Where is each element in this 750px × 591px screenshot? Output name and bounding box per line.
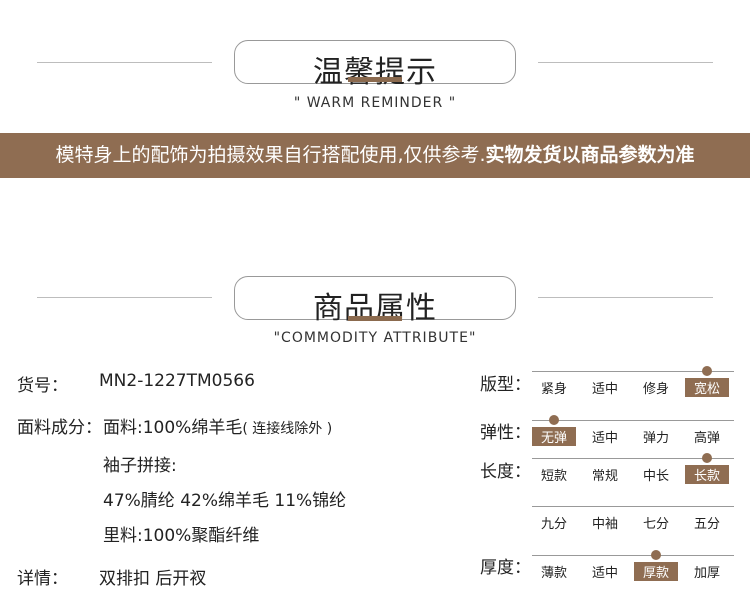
attr-left-line	[37, 297, 212, 298]
detail-value: 双排扣 后开衩	[99, 569, 207, 589]
sleeve_length-option-4: 五分	[693, 517, 720, 532]
attr-subtitle: "COMMODITY ATTRIBUTE"	[273, 330, 477, 346]
fabric-note: ( 连接线除外 )	[242, 421, 333, 437]
fabric-value: 面料:100%绵羊毛( 连接线除外 )	[103, 413, 332, 438]
elasticity-selected-marker	[549, 415, 559, 425]
banner-bold-text: 实物发货以商品参数为准	[485, 144, 695, 166]
sleeve-label: 袖子拼接:	[103, 456, 177, 476]
thickness-option-2: 适中	[591, 566, 618, 581]
elasticity-scale: 无弹 适中 弹力 高弹	[532, 415, 734, 446]
length-option-3: 中长	[642, 469, 669, 484]
sleeve_length-option-2: 中袖	[591, 517, 618, 532]
sleeve_length-scale-line	[532, 506, 734, 507]
fit-selected-marker	[702, 366, 712, 376]
fit-option-1: 紧身	[540, 382, 567, 397]
reminder-title-underline	[348, 77, 402, 82]
thickness-option-3: 厚款	[634, 562, 678, 581]
elasticity-option-3: 弹力	[642, 431, 669, 446]
elasticity-option-2: 适中	[591, 431, 618, 446]
detail-label: 详情：	[17, 569, 68, 589]
attr-right-line	[538, 297, 713, 298]
reminder-right-line	[538, 62, 713, 63]
length-selected-marker	[702, 453, 712, 463]
length-label: 长度：	[480, 462, 531, 482]
length-option-4: 长款	[685, 465, 729, 484]
fit-scale: 紧身 适中 修身 宽松	[532, 366, 734, 397]
sleeve_length-option-1: 九分	[540, 517, 567, 532]
elasticity-scale-line	[532, 420, 734, 421]
elasticity-label: 弹性：	[480, 423, 531, 443]
lining-value: 里料:100%聚酯纤维	[103, 526, 260, 546]
thickness-scale-line	[532, 555, 734, 556]
elasticity-option-1: 无弹	[532, 427, 576, 446]
thickness-selected-marker	[651, 550, 661, 560]
attr-title-underline	[348, 316, 402, 321]
item-no-label: 货号：	[17, 376, 68, 396]
thickness-label: 厚度：	[480, 558, 531, 578]
thickness-scale: 薄款 适中 厚款 加厚	[532, 550, 734, 581]
attr-title-pill: 商品属性	[234, 276, 516, 326]
fit-option-2: 适中	[591, 382, 618, 397]
item-no-value: MN2-1227TM0566	[99, 371, 255, 391]
length-option-2: 常规	[591, 469, 618, 484]
thickness-option-1: 薄款	[540, 566, 567, 581]
elasticity-option-4: 高弹	[693, 431, 720, 446]
banner-normal-text: 模特身上的配饰为拍摄效果自行搭配使用,仅供参考.	[55, 144, 486, 166]
reminder-subtitle: " WARM REMINDER "	[293, 95, 457, 111]
sleeve-length-scale: 九分 中袖 七分 五分	[532, 502, 734, 532]
sleeve-value: 47%腈纶 42%绵羊毛 11%锦纶	[103, 491, 347, 511]
fit-option-3: 修身	[642, 382, 669, 397]
length-scale: 短款 常规 中长 长款	[532, 453, 734, 484]
fit-label: 版型：	[480, 375, 531, 395]
reminder-banner: 模特身上的配饰为拍摄效果自行搭配使用,仅供参考.实物发货以商品参数为准	[0, 133, 750, 178]
length-option-1: 短款	[540, 469, 567, 484]
reminder-left-line	[37, 62, 212, 63]
fit-option-4: 宽松	[685, 378, 729, 397]
sleeve_length-option-3: 七分	[642, 517, 669, 532]
thickness-option-4: 加厚	[693, 566, 720, 581]
fabric-main: 面料:100%绵羊毛	[103, 418, 243, 438]
fabric-label: 面料成分：	[17, 418, 102, 438]
reminder-title: 温馨提示	[313, 55, 437, 90]
reminder-title-pill: 温馨提示	[234, 40, 516, 90]
